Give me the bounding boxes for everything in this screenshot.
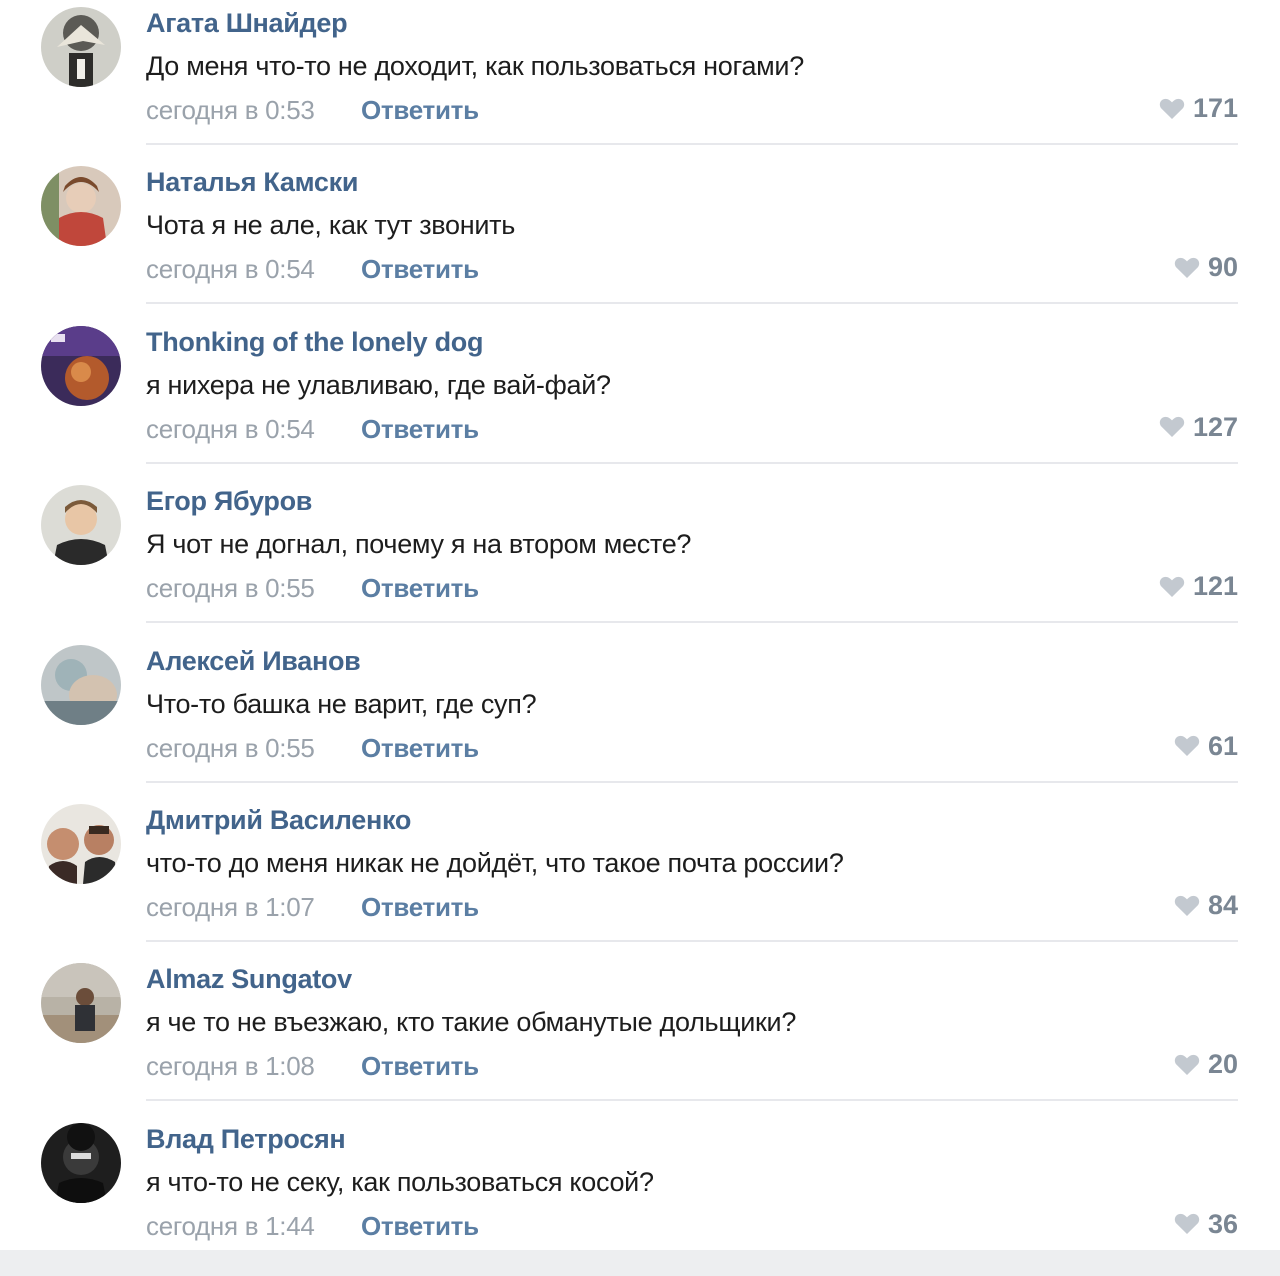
reply-button[interactable]: Ответить <box>361 892 479 923</box>
comment-text: До меня что-то не доходит, как пользоват… <box>146 51 804 81</box>
comment-date: сегодня в 0:55 <box>146 732 315 763</box>
heart-icon <box>1159 98 1185 119</box>
like-button[interactable]: 20 <box>1174 1049 1238 1080</box>
comment-text: я что-то не секу, как пользоваться косой… <box>146 1166 654 1197</box>
avatar[interactable] <box>41 166 121 247</box>
like-button[interactable]: 36 <box>1174 1209 1238 1240</box>
comment-date: сегодня в 1:44 <box>146 1210 315 1241</box>
comment-item: Almaz Sungatov я че то не въезжаю, кто т… <box>0 956 1280 1115</box>
author-name[interactable]: Влад Петросян <box>146 1124 346 1155</box>
like-count: 36 <box>1207 1208 1238 1239</box>
avatar[interactable] <box>41 804 121 884</box>
heart-icon <box>1159 417 1185 438</box>
heart-icon <box>1174 735 1200 757</box>
author-name[interactable]: Алексей Иванов <box>146 646 361 677</box>
avatar[interactable] <box>41 1122 121 1203</box>
divider <box>146 780 1238 783</box>
comment-text: Что-то башка не варит, где суп? <box>146 688 537 719</box>
comment-text: я че то не въезжаю, кто такие обманутые … <box>146 1007 797 1038</box>
comment-item: Наталья Камски Чота я не але, как тут зв… <box>0 159 1280 318</box>
reply-button[interactable]: Ответить <box>361 95 479 126</box>
avatar[interactable] <box>41 325 121 406</box>
divider <box>146 461 1238 464</box>
like-count: 20 <box>1207 1049 1238 1080</box>
like-button[interactable]: 61 <box>1174 731 1238 762</box>
heart-icon <box>1159 576 1185 597</box>
like-button[interactable]: 171 <box>1159 93 1238 124</box>
avatar[interactable] <box>41 7 121 87</box>
like-count: 127 <box>1192 411 1238 442</box>
comment-date: сегодня в 0:54 <box>146 254 315 285</box>
comments-feed: Агата Шнайдер До меня что-то не доходит,… <box>0 0 1280 1250</box>
author-name[interactable]: Дмитрий Василенко <box>146 805 411 836</box>
heart-icon <box>1174 257 1200 278</box>
comment-text: Я чот не догнал, почему я на втором мест… <box>146 529 692 560</box>
reply-button[interactable]: Ответить <box>361 414 479 445</box>
heart-icon <box>1174 895 1200 916</box>
like-count: 121 <box>1192 571 1238 602</box>
heart-icon <box>1174 1054 1200 1075</box>
bottom-strip <box>0 1250 1280 1276</box>
comment-item: Алексей Иванов Что-то башка не варит, гд… <box>0 638 1280 797</box>
like-count: 90 <box>1207 252 1238 283</box>
author-name[interactable]: Thonking of the lonely dog <box>146 327 483 358</box>
comment-item: Thonking of the lonely dog я нихера не у… <box>0 319 1280 478</box>
divider <box>146 621 1238 624</box>
like-button[interactable]: 90 <box>1174 252 1238 283</box>
divider <box>146 940 1238 942</box>
comment-date: сегодня в 0:54 <box>146 413 315 444</box>
divider <box>146 143 1238 145</box>
comment-date: сегодня в 0:53 <box>146 95 315 125</box>
avatar[interactable] <box>41 963 121 1044</box>
like-button[interactable]: 121 <box>1159 571 1238 602</box>
comment-text: Чота я не але, как тут звонить <box>146 210 515 241</box>
divider <box>146 302 1238 305</box>
comment-item: Дмитрий Василенко что-то до меня никак н… <box>0 797 1280 956</box>
comment-date: сегодня в 1:07 <box>146 892 315 922</box>
like-count: 171 <box>1192 93 1238 123</box>
reply-button[interactable]: Ответить <box>361 733 479 764</box>
reply-button[interactable]: Ответить <box>361 254 479 285</box>
comment-item: Егор Ябуров Я чот не догнал, почему я на… <box>0 478 1280 637</box>
avatar[interactable] <box>41 485 121 566</box>
like-count: 84 <box>1207 890 1238 920</box>
divider <box>146 1099 1238 1102</box>
author-name[interactable]: Агата Шнайдер <box>146 8 348 39</box>
reply-button[interactable]: Ответить <box>361 1211 479 1242</box>
comment-date: сегодня в 0:55 <box>146 573 315 604</box>
comment-text: что-то до меня никак не дойдёт, что тако… <box>146 848 844 878</box>
avatar[interactable] <box>41 644 121 725</box>
comment-text: я нихера не улавливаю, где вай-фай? <box>146 369 611 400</box>
author-name[interactable]: Almaz Sungatov <box>146 964 352 995</box>
like-button[interactable]: 84 <box>1174 890 1238 921</box>
heart-icon <box>1174 1214 1200 1235</box>
reply-button[interactable]: Ответить <box>361 573 479 604</box>
comment-date: сегодня в 1:08 <box>146 1051 315 1082</box>
comment-item: Агата Шнайдер До меня что-то не доходит,… <box>0 0 1280 159</box>
like-count: 61 <box>1207 730 1238 761</box>
reply-button[interactable]: Ответить <box>361 1051 479 1082</box>
like-button[interactable]: 127 <box>1159 412 1238 443</box>
author-name[interactable]: Егор Ябуров <box>146 486 312 517</box>
author-name[interactable]: Наталья Камски <box>146 167 358 198</box>
